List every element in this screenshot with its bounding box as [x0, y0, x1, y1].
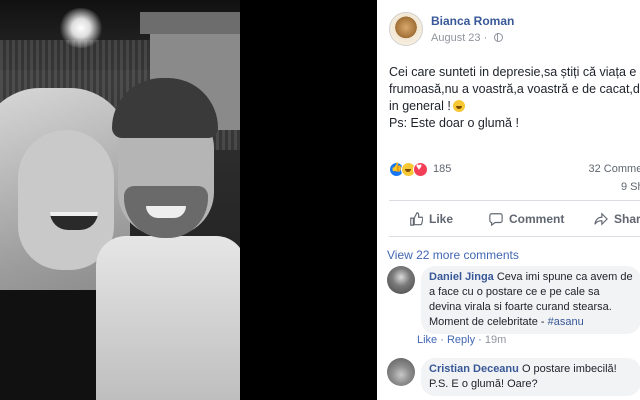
post-text-line: Ps: Este doar o glumă !: [389, 116, 519, 130]
smile-emoji-icon: [452, 100, 465, 112]
thumbs-up-icon: [410, 212, 423, 226]
action-bar: Like Comment Share: [389, 208, 640, 232]
reactions-bar[interactable]: 185 32 Comments: [389, 160, 640, 180]
post-date[interactable]: August 23: [431, 32, 481, 44]
comment-hashtag[interactable]: #asanu: [548, 316, 584, 328]
view-more-comments-link[interactable]: View 22 more comments: [387, 248, 519, 262]
share-button[interactable]: Share: [594, 212, 640, 226]
divider: [389, 200, 640, 201]
stage-light: [58, 8, 104, 48]
woman-face: [18, 130, 114, 270]
post-text: Cei care sunteti in depresie,sa știți că…: [389, 64, 640, 132]
comment-button[interactable]: Comment: [489, 212, 564, 226]
post-text-line: Cei care sunteti in depresie,sa știți că…: [389, 65, 637, 79]
reaction-count[interactable]: 185: [433, 163, 451, 175]
shares-count[interactable]: 9 Shares: [621, 181, 640, 193]
globe-icon[interactable]: [494, 33, 504, 42]
post-header: Bianca Roman August 23 ·: [389, 10, 640, 50]
comments-count[interactable]: 32 Comments: [589, 163, 640, 175]
divider: [389, 236, 640, 237]
love-icon: [413, 162, 428, 177]
author-avatar[interactable]: [389, 12, 423, 46]
commenter-name[interactable]: Daniel Jinga: [429, 271, 494, 283]
post-text-line: in general !: [389, 98, 640, 115]
comment-time[interactable]: 19m: [485, 334, 506, 346]
comment-bubble: Cristian Deceanu O postare imbecilă! P.S…: [421, 358, 640, 396]
commenter-avatar[interactable]: [387, 266, 415, 294]
man-smile: [146, 206, 186, 218]
man-shirt: [96, 236, 240, 400]
comment-reply-link[interactable]: Reply: [447, 334, 475, 346]
post-meta: August 23 ·: [431, 32, 504, 44]
commenter-avatar[interactable]: [387, 358, 415, 386]
commenter-name[interactable]: Cristian Deceanu: [429, 363, 519, 375]
author-name[interactable]: Bianca Roman: [431, 14, 514, 28]
post-photo[interactable]: [0, 0, 240, 400]
comment-bubble: Daniel Jinga Ceva imi spune ca avem de a…: [421, 266, 640, 334]
share-icon: [594, 212, 608, 226]
meta-separator: ·: [483, 32, 488, 44]
comment-icon: [489, 213, 503, 226]
post-panel: Bianca Roman August 23 · Cei care suntet…: [377, 0, 640, 400]
comment-meta: Like · Reply · 19m: [417, 334, 507, 346]
post-text-line: frumoasă,nu a voastră,a voastră e de cac…: [389, 82, 640, 96]
like-button[interactable]: Like: [409, 212, 453, 226]
comment-like-link[interactable]: Like: [417, 334, 437, 346]
